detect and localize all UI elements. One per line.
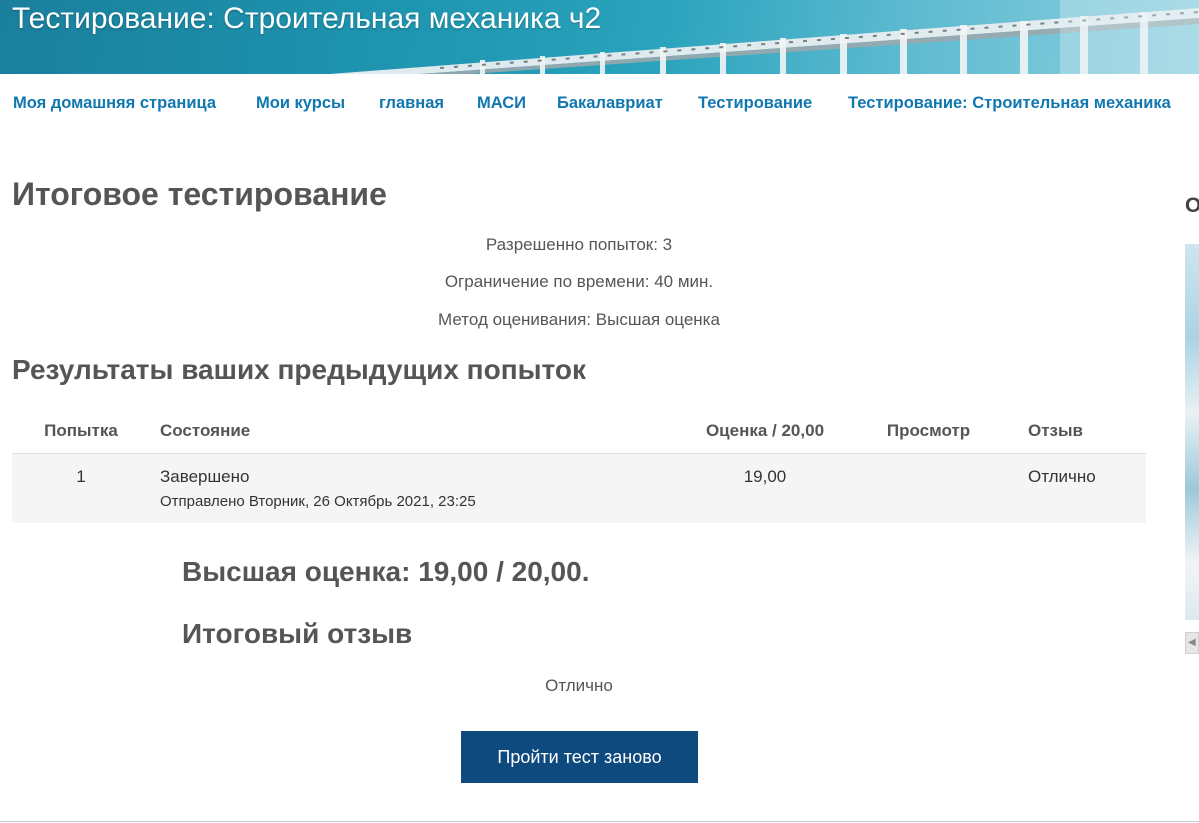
attempts-table: Попытка Состояние Оценка / 20,00 Просмот…	[12, 410, 1146, 523]
breadcrumb-masi[interactable]: МАСИ	[477, 94, 526, 113]
bottom-divider	[0, 821, 1199, 822]
breadcrumb-bachelor[interactable]: Бакалавриат	[557, 94, 663, 113]
retry-quiz-button[interactable]: Пройти тест заново	[461, 731, 698, 783]
breadcrumb-my-courses[interactable]: Мои курсы	[256, 94, 345, 113]
col-attempt: Попытка	[12, 410, 160, 454]
breadcrumb-testing[interactable]: Тестирование	[698, 94, 812, 113]
attempt-review	[840, 453, 1017, 523]
attempt-grade: 19,00	[743, 466, 787, 486]
attempt-feedback: Отлично	[1028, 466, 1096, 486]
chevron-left-icon: ◀	[1188, 637, 1196, 648]
breadcrumb-home[interactable]: Моя домашняя страница	[13, 94, 216, 113]
overall-feedback-title: Итоговый отзыв	[182, 618, 413, 649]
side-block-image	[1185, 244, 1199, 620]
results-title: Результаты ваших предыдущих попыток	[12, 354, 586, 385]
col-feedback: Отзыв	[1017, 410, 1146, 454]
attempt-submitted: Отправлено Вторник, 26 Октябрь 2021, 23:…	[160, 492, 476, 510]
table-row: 1 Завершено Отправлено Вторник, 26 Октяб…	[12, 453, 1146, 523]
time-limit: Ограничение по времени: 40 мин.	[444, 272, 714, 291]
breadcrumb: Моя домашняя страница Мои курсы главная …	[0, 92, 1199, 118]
breadcrumb-main[interactable]: главная	[379, 94, 444, 113]
attempt-state-cell: Завершено Отправлено Вторник, 26 Октябрь…	[160, 453, 690, 523]
col-review: Просмотр	[840, 410, 1017, 454]
breadcrumb-course-testing[interactable]: Тестирование: Строительная механика	[848, 94, 1171, 113]
attempt-state: Завершено	[160, 466, 250, 486]
attempt-number: 1	[76, 466, 86, 486]
overall-feedback: Отлично	[545, 676, 613, 695]
grading-method: Метод оценивания: Высшая оценка	[438, 310, 720, 329]
side-scroll-button[interactable]: ◀	[1185, 632, 1199, 654]
side-block-heading: О	[1185, 194, 1199, 217]
attempts-allowed: Разрешенно попыток: 3	[485, 235, 673, 254]
header-banner: Тестирование: Строительная механика ч2	[0, 0, 1199, 74]
col-state: Состояние	[160, 410, 690, 454]
col-grade: Оценка / 20,00	[690, 410, 840, 454]
best-grade: Высшая оценка: 19,00 / 20,00.	[182, 556, 590, 587]
site-title: Тестирование: Строительная механика ч2	[12, 2, 602, 35]
page-title: Итоговое тестирование	[12, 176, 387, 212]
table-header-row: Попытка Состояние Оценка / 20,00 Просмот…	[12, 410, 1146, 454]
